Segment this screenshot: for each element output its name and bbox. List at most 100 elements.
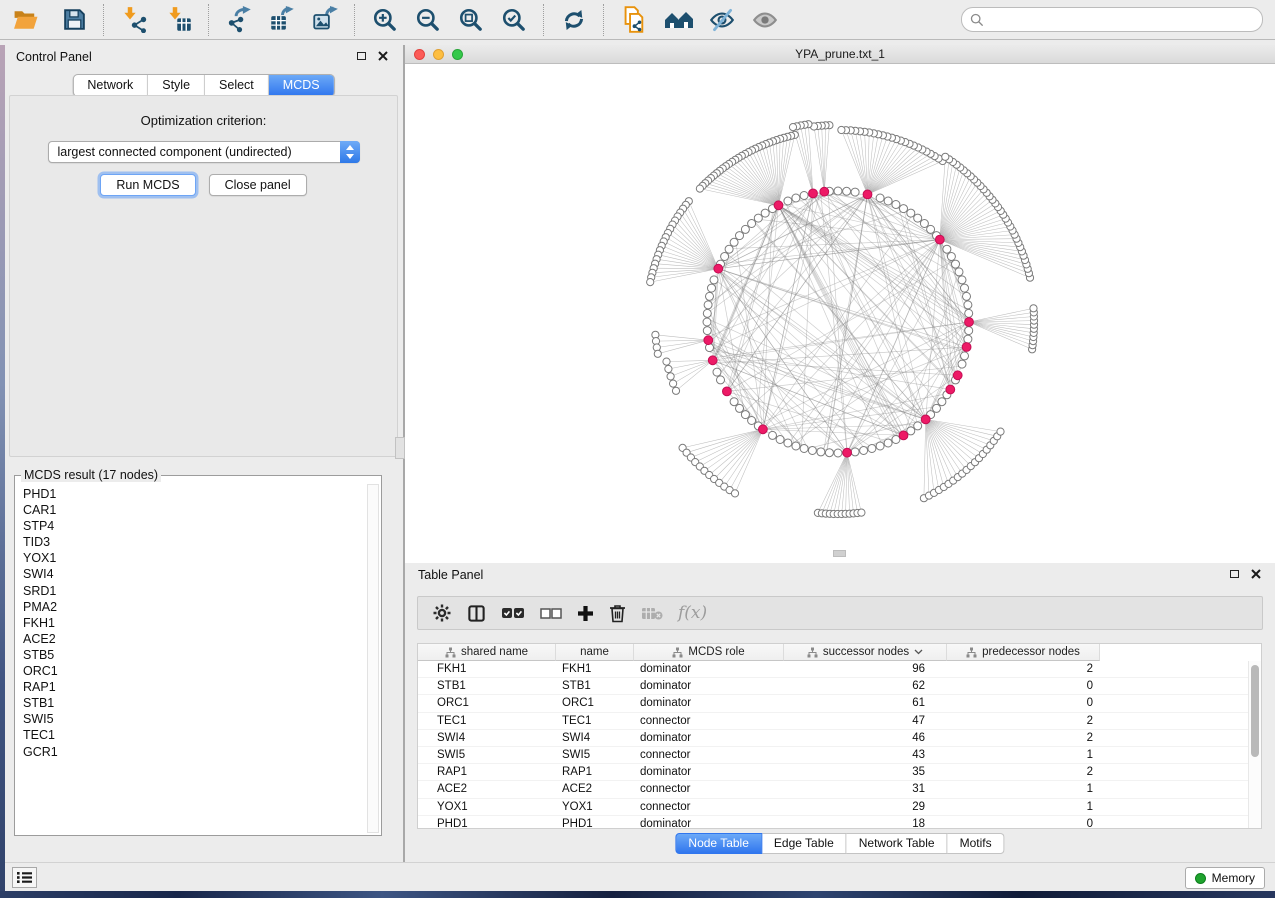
mcds-result-item[interactable]: FKH1: [23, 615, 365, 631]
column-header-successor-nodes[interactable]: successor nodes: [784, 644, 947, 661]
deselect-all-rows-icon[interactable]: [540, 607, 562, 620]
graph-dominator-node[interactable]: [965, 318, 974, 327]
graph-node[interactable]: [961, 352, 969, 360]
table-row[interactable]: TEC1TEC1connector472: [418, 713, 1261, 730]
tab-edge-table[interactable]: Edge Table: [762, 833, 847, 854]
mcds-result-item[interactable]: ORC1: [23, 663, 365, 679]
graph-node[interactable]: [776, 436, 784, 444]
cell-MCDS-role[interactable]: connector: [634, 781, 784, 797]
graph-dominator-node[interactable]: [714, 264, 723, 273]
cell-predecessor-nodes[interactable]: 0: [947, 695, 1100, 711]
cell-predecessor-nodes[interactable]: 2: [947, 764, 1100, 780]
graph-node[interactable]: [965, 309, 973, 317]
cell-shared-name[interactable]: ORC1: [418, 695, 556, 711]
table-row[interactable]: ORC1ORC1dominator610: [418, 695, 1261, 712]
cell-MCDS-role[interactable]: connector: [634, 747, 784, 763]
criterion-select[interactable]: largest connected component (undirected): [48, 141, 360, 163]
graph-node[interactable]: [703, 309, 711, 317]
graph-node[interactable]: [920, 220, 928, 228]
float-table-panel-icon[interactable]: [1230, 570, 1239, 578]
cell-shared-name[interactable]: ACE2: [418, 781, 556, 797]
tab-motifs[interactable]: Motifs: [948, 833, 1005, 854]
mcds-result-item[interactable]: TEC1: [23, 727, 365, 743]
graph-node[interactable]: [958, 276, 966, 284]
cell-MCDS-role[interactable]: dominator: [634, 730, 784, 746]
graph-node[interactable]: [784, 439, 792, 447]
graph-node[interactable]: [884, 439, 892, 447]
graph-node[interactable]: [703, 327, 711, 335]
graph-dominator-node[interactable]: [704, 336, 713, 345]
graph-node[interactable]: [851, 448, 859, 456]
cell-name[interactable]: SWI5: [556, 747, 634, 763]
table-row[interactable]: SWI5SWI5connector431: [418, 747, 1261, 764]
memory-button[interactable]: Memory: [1185, 867, 1265, 889]
show-graphics-details-button[interactable]: [748, 4, 782, 36]
graph-node[interactable]: [784, 197, 792, 205]
graph-node[interactable]: [964, 301, 972, 309]
graph-node[interactable]: [713, 368, 721, 376]
task-history-button[interactable]: [12, 867, 37, 888]
cell-name[interactable]: ORC1: [556, 695, 634, 711]
graph-node[interactable]: [997, 428, 1004, 435]
cell-successor-nodes[interactable]: 31: [784, 781, 947, 797]
graph-node[interactable]: [927, 225, 935, 233]
graph-node[interactable]: [741, 225, 749, 233]
graph-node[interactable]: [942, 153, 949, 160]
graph-node[interactable]: [868, 445, 876, 453]
graph-node[interactable]: [748, 220, 756, 228]
graph-node[interactable]: [754, 214, 762, 222]
graph-node[interactable]: [955, 268, 963, 276]
graph-node[interactable]: [834, 187, 842, 195]
cell-successor-nodes[interactable]: 96: [784, 661, 947, 677]
cell-shared-name[interactable]: TEC1: [418, 713, 556, 729]
cell-predecessor-nodes[interactable]: 2: [947, 730, 1100, 746]
cell-predecessor-nodes[interactable]: 0: [947, 678, 1100, 694]
graph-node[interactable]: [704, 301, 712, 309]
graph-node[interactable]: [858, 509, 865, 516]
graph-node[interactable]: [721, 253, 729, 261]
network-window-titlebar[interactable]: YPA_prune.txt_1: [405, 45, 1275, 64]
zoom-selected-button[interactable]: [497, 4, 531, 36]
graph-node[interactable]: [696, 185, 703, 192]
graph-node[interactable]: [730, 398, 738, 406]
graph-node[interactable]: [708, 284, 716, 292]
cell-shared-name[interactable]: PHD1: [418, 816, 556, 829]
zoom-in-button[interactable]: [368, 4, 402, 36]
mcds-result-item[interactable]: SWI5: [23, 711, 365, 727]
mcds-result-item[interactable]: STB5: [23, 647, 365, 663]
graph-node[interactable]: [710, 276, 718, 284]
graph-dominator-node[interactable]: [899, 431, 908, 440]
tab-network[interactable]: Network: [73, 75, 147, 96]
graph-dominator-node[interactable]: [946, 385, 955, 394]
graph-node[interactable]: [843, 187, 851, 195]
cell-MCDS-role[interactable]: dominator: [634, 695, 784, 711]
graph-node[interactable]: [838, 126, 845, 133]
graph-dominator-node[interactable]: [863, 190, 872, 199]
graph-node[interactable]: [647, 279, 654, 286]
graph-node[interactable]: [654, 350, 661, 357]
graph-node[interactable]: [731, 490, 738, 497]
cell-MCDS-role[interactable]: dominator: [634, 661, 784, 677]
graph-node[interactable]: [761, 209, 769, 217]
close-panel-button[interactable]: Close panel: [209, 174, 307, 196]
graph-dominator-node[interactable]: [809, 189, 818, 198]
graph-node[interactable]: [703, 318, 711, 326]
graph-node[interactable]: [792, 194, 800, 202]
table-row[interactable]: FKH1FKH1dominator962: [418, 661, 1261, 678]
graph-node[interactable]: [900, 205, 908, 213]
columns-icon[interactable]: [467, 604, 486, 623]
graph-node[interactable]: [730, 238, 738, 246]
cell-shared-name[interactable]: SWI5: [418, 747, 556, 763]
tab-select[interactable]: Select: [204, 75, 268, 96]
cell-predecessor-nodes[interactable]: 2: [947, 661, 1100, 677]
cell-MCDS-role[interactable]: dominator: [634, 816, 784, 829]
graph-dominator-node[interactable]: [820, 187, 829, 196]
cell-successor-nodes[interactable]: 29: [784, 799, 947, 815]
clone-network-button[interactable]: [617, 4, 651, 36]
cell-name[interactable]: ACE2: [556, 781, 634, 797]
mcds-result-item[interactable]: PMA2: [23, 599, 365, 615]
cell-predecessor-nodes[interactable]: 2: [947, 713, 1100, 729]
search-box[interactable]: [961, 7, 1263, 32]
close-table-panel-icon[interactable]: [1251, 569, 1261, 579]
graph-node[interactable]: [884, 197, 892, 205]
